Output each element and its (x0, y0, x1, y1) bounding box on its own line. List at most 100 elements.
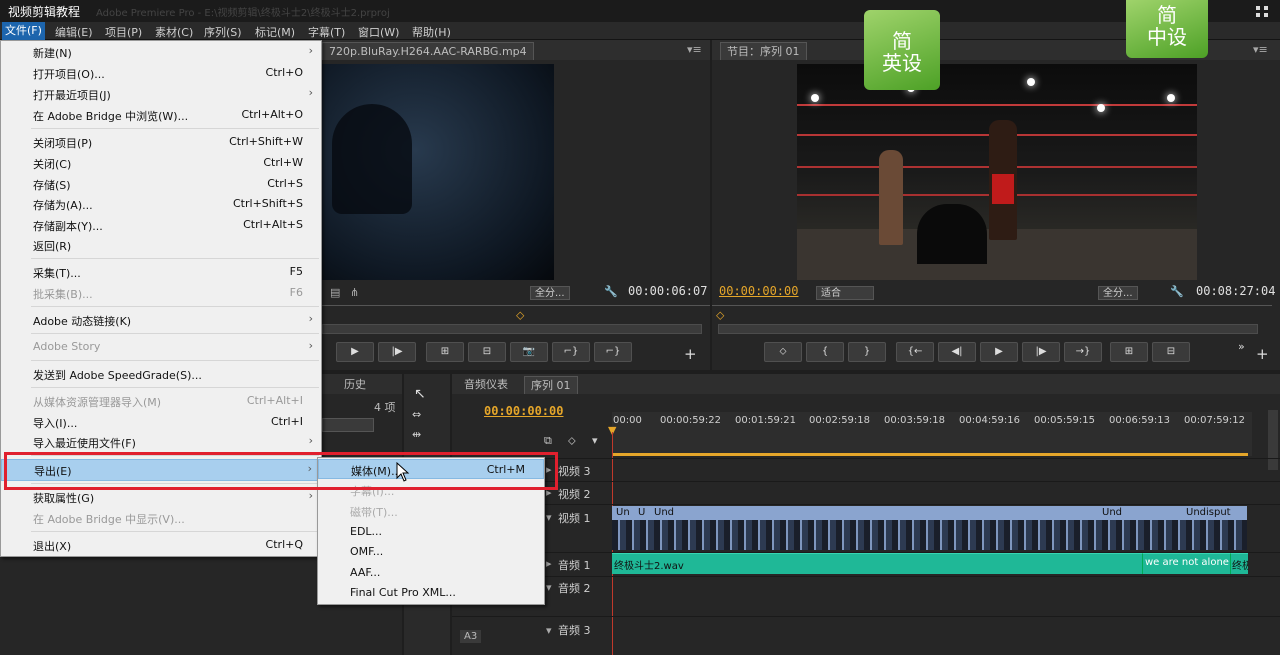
menu-window[interactable]: 窗口(W) (358, 24, 399, 40)
audio-clip-third[interactable]: 终极 (1230, 553, 1248, 574)
export-aaf[interactable]: AAF... (318, 563, 544, 583)
step-forward-button[interactable]: |▶ (378, 342, 416, 362)
program-timecode-duration[interactable]: 00:08:27:04 (1196, 284, 1275, 298)
collapse-icon[interactable]: ▾ (546, 511, 552, 524)
menu-project[interactable]: 项目(P) (105, 24, 142, 40)
source-timecode[interactable]: 00:00:06:07 (628, 284, 707, 298)
add-marker-button[interactable]: ⬦ (764, 342, 802, 362)
menu-item-new[interactable]: 新建(N) › (1, 42, 321, 62)
export-frame-button[interactable]: 📷 (510, 342, 548, 362)
submenu-arrow-icon: › (308, 44, 313, 57)
history-tab[interactable]: 历史 (338, 376, 372, 394)
highlight-box (4, 452, 558, 490)
menu-item-dynamic-link[interactable]: Adobe 动态链接(K) › (1, 310, 321, 330)
track-target-a3[interactable]: A3 (460, 630, 482, 643)
menu-item-exit[interactable]: 退出(X) Ctrl+Q (1, 535, 321, 555)
menu-item-save-copy[interactable]: 存储副本(Y)... Ctrl+Alt+S (1, 215, 321, 235)
menu-item-send-speedgrade[interactable]: 发送到 Adobe SpeedGrade(S)... (1, 364, 321, 384)
program-zoom-bar[interactable] (718, 324, 1258, 334)
selection-tool-icon[interactable]: ↖ (414, 386, 426, 402)
wrench-icon[interactable]: 🔧 (604, 285, 618, 298)
menu-item-get-properties[interactable]: 获取属性(G) › (1, 487, 321, 507)
item-count: 4 项 (374, 401, 396, 414)
menu-sequence[interactable]: 序列(S) (204, 24, 242, 40)
mark-in-button[interactable]: { (806, 342, 844, 362)
program-resolution-dropdown[interactable]: 全分... (1098, 286, 1138, 300)
menu-item-close[interactable]: 关闭(C) Ctrl+W (1, 153, 321, 173)
menu-item-save[interactable]: 存储(S) Ctrl+S (1, 174, 321, 194)
go-to-in-button[interactable]: {← (896, 342, 934, 362)
source-tab[interactable]: 720p.BluRay.H264.AAC-RARBG.mp4 (322, 42, 534, 60)
tab-sequence-01[interactable]: 序列 01 (524, 376, 578, 394)
menu-item-import-recent[interactable]: 导入最近使用文件(F) › (1, 432, 321, 452)
insert-button[interactable]: ⊞ (426, 342, 464, 362)
expand-icon[interactable]: ▸ (546, 557, 552, 570)
step-forward-button[interactable]: |▶ (1022, 342, 1060, 362)
menu-item-open-project[interactable]: 打开项目(O)... Ctrl+O (1, 63, 321, 83)
track-label-a2: 音频 2 (558, 582, 591, 595)
grid-icon[interactable]: ▤ (330, 286, 340, 299)
lift-button[interactable]: ⊞ (1110, 342, 1148, 362)
more-icon[interactable]: » (1238, 340, 1245, 353)
menu-title[interactable]: 字幕(T) (308, 24, 345, 40)
audio-clip-second[interactable]: we are not alone (1142, 553, 1230, 574)
program-timecode-current[interactable]: 00:00:00:00 (719, 284, 798, 298)
tab-audio-meters[interactable]: 音频仪表 (458, 376, 514, 394)
menu-help[interactable]: 帮助(H) (412, 24, 451, 40)
ruler-label: 00:05:59:15 (1034, 415, 1096, 426)
menu-item-browse-bridge[interactable]: 在 Adobe Bridge 中浏览(W)... Ctrl+Alt+O (1, 105, 321, 125)
snap-icon[interactable]: ⧉ (544, 434, 552, 448)
audio-clip-label: 终极斗士2.wav (614, 561, 684, 572)
menu-item-open-recent[interactable]: 打开最近项目(J) › (1, 84, 321, 104)
audio-clip-main[interactable]: 终极斗士2.wav (612, 553, 1142, 574)
menu-file[interactable]: 文件(F) (2, 22, 45, 40)
program-tab[interactable]: 节目：序列 01 (720, 42, 807, 60)
panel-menu-icon[interactable]: ▾≡ (1253, 43, 1268, 56)
add-button-icon[interactable]: + (1256, 345, 1269, 363)
add-button-icon[interactable]: + (684, 345, 697, 363)
go-to-out-button[interactable]: →} (1064, 342, 1102, 362)
mark-out-button[interactable]: ⌐} (594, 342, 632, 362)
timeline-timecode[interactable]: 00:00:00:00 (484, 404, 563, 418)
clip-label: Undisput (1186, 507, 1231, 518)
fit-dropdown[interactable]: 适合 (816, 286, 874, 300)
step-back-button[interactable]: ◀| (938, 342, 976, 362)
play-button[interactable]: ▶ (336, 342, 374, 362)
menu-item-save-as[interactable]: 存储为(A)... Ctrl+Shift+S (1, 194, 321, 214)
playhead-icon[interactable]: ⬦ (716, 308, 724, 323)
ripple-edit-tool-icon[interactable]: ⇹ (412, 428, 421, 441)
video-clips-v1[interactable]: Un U Und Und Undisput (612, 506, 1247, 550)
menu-item-batch-capture: 批采集(B)... F6 (33, 286, 303, 301)
menu-item-close-project[interactable]: 关闭项目(P) Ctrl+Shift+W (1, 132, 321, 152)
export-fcp-xml[interactable]: Final Cut Pro XML... (318, 583, 544, 603)
add-marker-icon[interactable]: ▾ (592, 434, 598, 447)
overwrite-button[interactable]: ⊟ (468, 342, 506, 362)
menu-clip[interactable]: 素材(C) (155, 24, 193, 40)
trim-icon[interactable]: ⋔ (350, 286, 359, 299)
collapse-icon[interactable]: ▾ (546, 624, 552, 637)
fullscreen-icon[interactable] (1256, 6, 1270, 18)
mark-in-button[interactable]: ⌐} (552, 342, 590, 362)
extract-button[interactable]: ⊟ (1152, 342, 1190, 362)
menu-item-import[interactable]: 导入(I)... Ctrl+I (1, 412, 321, 432)
timeline-scrollbar[interactable] (1268, 410, 1278, 470)
panel-menu-icon[interactable]: ▾≡ (687, 43, 702, 56)
playhead-icon[interactable]: ⬦ (516, 308, 524, 323)
source-zoom-bar[interactable] (322, 324, 702, 334)
source-resolution-dropdown[interactable]: 全分... (530, 286, 570, 300)
search-input[interactable] (322, 418, 374, 432)
mark-out-button[interactable]: } (848, 342, 886, 362)
marker-icon[interactable]: ⬦ (568, 434, 576, 448)
track-select-tool-icon[interactable]: ⇔ (412, 408, 421, 421)
menu-edit[interactable]: 编辑(E) (55, 24, 93, 40)
wrench-icon[interactable]: 🔧 (1170, 285, 1184, 298)
menu-item-capture[interactable]: 采集(T)... F5 (1, 262, 321, 282)
ruler-label: 00:03:59:18 (884, 415, 946, 426)
menu-marker[interactable]: 标记(M) (255, 24, 295, 40)
play-button[interactable]: ▶ (980, 342, 1018, 362)
collapse-icon[interactable]: ▾ (546, 581, 552, 594)
work-area-bar[interactable] (612, 453, 1248, 456)
export-omf[interactable]: OMF... (318, 542, 544, 562)
menu-item-revert[interactable]: 返回(R) (1, 235, 321, 255)
export-edl[interactable]: EDL... (318, 522, 544, 542)
